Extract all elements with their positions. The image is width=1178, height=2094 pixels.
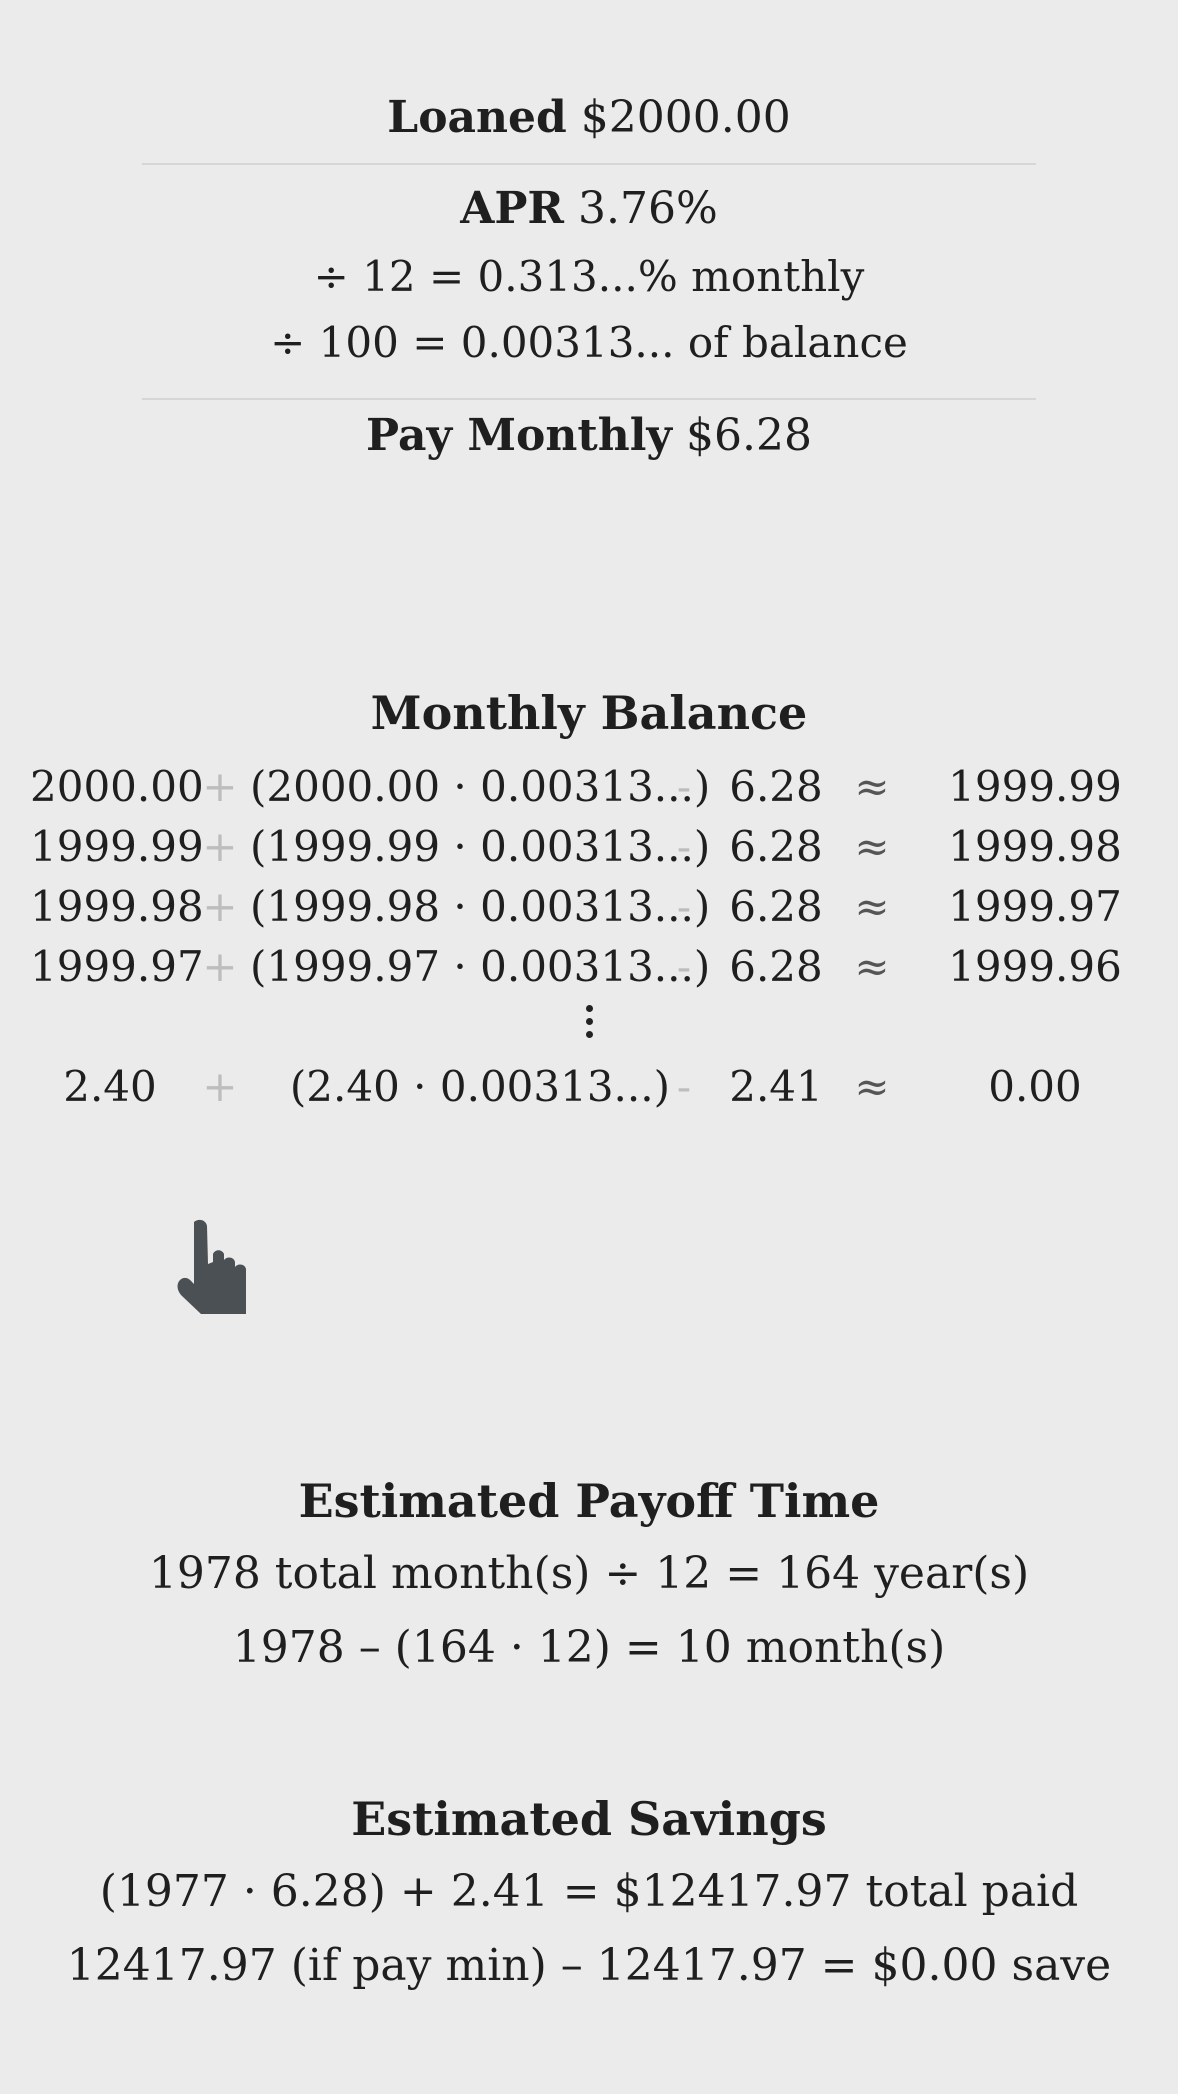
payment-amount: 6.28 <box>729 882 823 931</box>
plus-sign: + <box>202 762 238 811</box>
pay-monthly-line: Pay Monthly $6.28 <box>0 410 1178 461</box>
balance-row: 1999.98 + (1999.98 · 0.00313...) - 6.28 … <box>0 882 1178 934</box>
hand-pointer-icon <box>177 1219 246 1314</box>
apr-label: APR <box>460 183 564 234</box>
plus-sign: + <box>202 1062 238 1111</box>
payment-amount: 6.28 <box>729 762 823 811</box>
payment-amount: 6.28 <box>729 822 823 871</box>
apr-line: APR 3.76% <box>0 183 1178 234</box>
plus-sign: + <box>202 942 238 991</box>
loaned-line: Loaned $2000.00 <box>0 92 1178 143</box>
balance-row-final: 2.40 + (2.40 · 0.00313...) - 2.41 ≈ 0.00 <box>0 1062 1178 1114</box>
balance-start: 2.40 <box>63 1062 157 1111</box>
pay-monthly-label: Pay Monthly <box>366 410 672 461</box>
balance-start: 1999.99 <box>30 822 204 871</box>
savings-line-2: 12417.97 (if pay min) – 12417.97 = $0.00… <box>66 1940 1112 1991</box>
divider-bottom <box>142 398 1036 400</box>
interest-expression: (1999.99 · 0.00313...) <box>250 822 711 871</box>
balance-start: 1999.97 <box>30 942 204 991</box>
minus-sign: - <box>676 882 692 931</box>
minus-sign: - <box>676 942 692 991</box>
balance-result: 1999.96 <box>948 942 1122 991</box>
balance-result: 1999.99 <box>948 762 1122 811</box>
approx-sign: ≈ <box>854 1062 890 1111</box>
divider-top <box>142 163 1036 165</box>
plus-sign: + <box>202 882 238 931</box>
approx-sign: ≈ <box>854 762 890 811</box>
balance-result: 1999.97 <box>948 882 1122 931</box>
balance-start: 2000.00 <box>30 762 204 811</box>
payoff-title: Estimated Payoff Time <box>298 1474 880 1528</box>
balance-result: 0.00 <box>988 1062 1082 1111</box>
monthly-balance-title: Monthly Balance <box>370 686 808 740</box>
interest-expression: (2000.00 · 0.00313...) <box>250 762 711 811</box>
payment-amount: 6.28 <box>729 942 823 991</box>
minus-sign: - <box>676 762 692 811</box>
payment-amount: 2.41 <box>729 1062 823 1111</box>
approx-sign: ≈ <box>854 822 890 871</box>
savings-line-1: (1977 · 6.28) + 2.41 = $12417.97 total p… <box>99 1866 1079 1917</box>
balance-result: 1999.98 <box>948 822 1122 871</box>
plus-sign: + <box>202 822 238 871</box>
interest-expression: (1999.97 · 0.00313...) <box>250 942 711 991</box>
payoff-line-2: 1978 – (164 · 12) = 10 month(s) <box>232 1622 946 1673</box>
minus-sign: - <box>676 1062 692 1111</box>
apr-value: 3.76% <box>578 183 718 234</box>
interest-expression: (1999.98 · 0.00313...) <box>250 882 711 931</box>
payoff-line-1: 1978 total month(s) ÷ 12 = 164 year(s) <box>148 1548 1030 1599</box>
minus-sign: - <box>676 822 692 871</box>
interest-expression: (2.40 · 0.00313...) <box>289 1062 670 1111</box>
loaned-value: $2000.00 <box>580 92 791 143</box>
vertical-ellipsis-icon <box>0 1003 1178 1044</box>
balance-row: 2000.00 + (2000.00 · 0.00313...) - 6.28 … <box>0 762 1178 814</box>
approx-sign: ≈ <box>854 942 890 991</box>
balance-start: 1999.98 <box>30 882 204 931</box>
loaned-label: Loaned <box>387 92 567 143</box>
approx-sign: ≈ <box>854 882 890 931</box>
savings-title: Estimated Savings <box>351 1792 827 1846</box>
balance-row: 1999.99 + (1999.99 · 0.00313...) - 6.28 … <box>0 822 1178 874</box>
pay-monthly-value: $6.28 <box>685 410 812 461</box>
monthly-rate-line: ÷ 12 = 0.313...% monthly <box>313 252 865 301</box>
balance-row: 1999.97 + (1999.97 · 0.00313...) - 6.28 … <box>0 942 1178 994</box>
balance-rate-line: ÷ 100 = 0.00313... of balance <box>270 318 908 367</box>
